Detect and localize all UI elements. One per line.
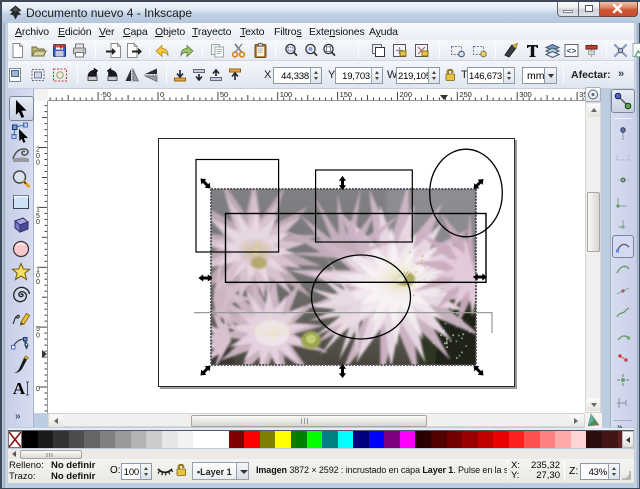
svg-text:250: 250 [459,90,472,99]
svg-text:0: 0 [36,386,40,393]
svg-text:<>: <> [566,48,576,57]
svg-text:0: 0 [36,279,40,286]
svg-text:0: 0 [36,159,40,166]
svg-text:300: 300 [519,90,532,99]
svg-text:200: 200 [400,90,413,99]
svg-text:0: 0 [36,333,40,340]
svg-text:A: A [13,379,26,398]
svg-text:-50: -50 [100,90,111,99]
svg-text:100: 100 [280,90,293,99]
svg-text:150: 150 [340,90,353,99]
svg-text:0: 0 [36,219,40,226]
